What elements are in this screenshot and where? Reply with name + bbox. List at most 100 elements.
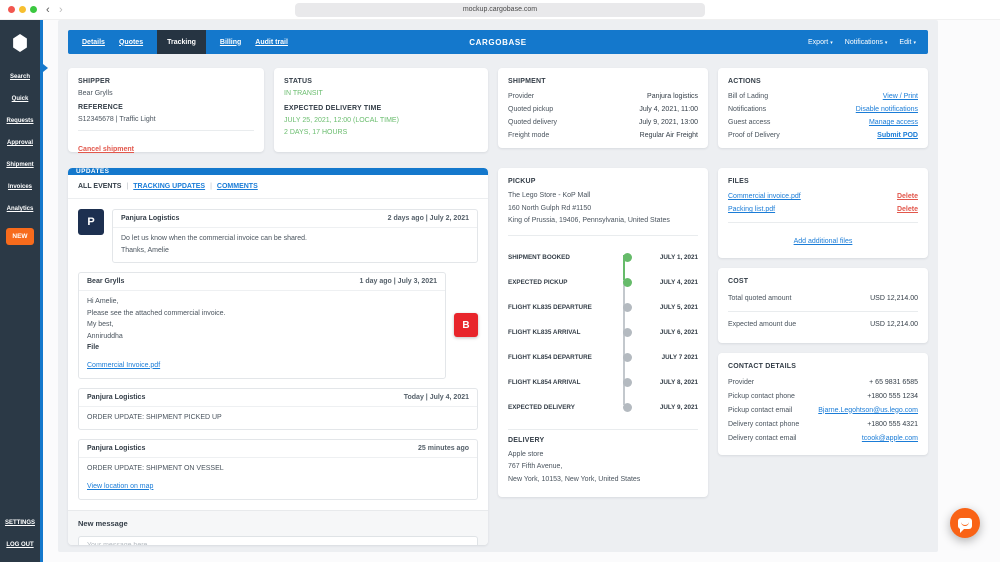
delete-file-link[interactable]: Delete (897, 206, 918, 213)
delete-file-link[interactable]: Delete (897, 193, 918, 200)
contact-label: Provider (728, 378, 755, 386)
tab-details[interactable]: Details (82, 39, 105, 46)
shipment-row-value: Regular Air Freight (639, 132, 698, 139)
back-icon[interactable]: ‹ (46, 1, 50, 19)
files-title: FILES (728, 178, 749, 185)
shipment-row: Provider Panjura logistics (508, 90, 698, 103)
updates-filter-tabs: ALL EVENTS | TRACKING UPDATES | COMMENTS (68, 175, 488, 199)
submit-pod-link[interactable]: Submit POD (877, 132, 918, 139)
view-location-link[interactable]: View location on map (87, 483, 153, 490)
filter-tracking-updates[interactable]: TRACKING UPDATES (133, 183, 205, 190)
shipment-timeline: SHIPMENT BOOKED JULY 1, 2021 EXPECTED PI… (508, 243, 698, 422)
disable-notifications-link[interactable]: Disable notifications (856, 106, 918, 113)
action-label: Proof of Delivery (728, 132, 780, 139)
message-line: ORDER UPDATE: SHIPMENT ON VESSEL (87, 465, 224, 473)
cost-row: Expected amount due USD 12,214.00 (728, 316, 918, 333)
contact-row: Delivery contact email tcook@apple.com (728, 431, 918, 445)
attachment-link[interactable]: Commercial Invoice.pdf (87, 362, 160, 369)
status-card: STATUS IN TRANSIT EXPECTED DELIVERY TIME… (274, 68, 488, 152)
file-link[interactable]: Packing list.pdf (728, 206, 775, 213)
message-input[interactable] (78, 536, 478, 545)
contact-row: Pickup contact phone +1800 555 1234 (728, 389, 918, 403)
sidebar-item-logout[interactable]: LOG OUT (6, 534, 33, 556)
action-label: Guest access (728, 119, 771, 126)
timeline-step: FLIGHT KL854 DEPARTURE JULY 7 2021 (508, 352, 698, 362)
message-line: My best, (87, 321, 114, 329)
timeline-step: SHIPMENT BOOKED JULY 1, 2021 (508, 252, 698, 262)
timeline-step: FLIGHT KL854 ARRIVAL JULY 8, 2021 (508, 377, 698, 387)
edit-menu[interactable]: Edit (899, 39, 916, 46)
filter-all-events[interactable]: ALL EVENTS (78, 183, 121, 190)
contact-row: Pickup contact email Bjarne.Legohtson@us… (728, 403, 918, 417)
timeline-dot (622, 402, 632, 412)
avatar: P (78, 209, 104, 235)
action-row: Bill of Lading View / Print (728, 90, 918, 103)
notifications-menu[interactable]: Notifications (845, 39, 888, 46)
browser-chrome: ‹ › mockup.cargobase.com (0, 0, 1000, 20)
new-shipment-button[interactable]: NEW (6, 228, 34, 245)
message-line: Do let us know when the commercial invoi… (121, 235, 307, 242)
cost-value: USD 12,214.00 (870, 321, 918, 328)
sidebar-item-quick[interactable]: Quick (12, 88, 29, 110)
timeline-step: FLIGHT KL835 DEPARTURE JULY 5, 2021 (508, 302, 698, 312)
shipment-row-label: Quoted delivery (508, 119, 558, 126)
forward-icon[interactable]: › (59, 1, 63, 19)
minimize-window-icon[interactable] (19, 6, 26, 13)
pickup-address-line: King of Prussia, 19406, Pennsylvania, Un… (508, 217, 670, 225)
tab-tracking[interactable]: Tracking (157, 30, 206, 54)
message-item: P Panjura Logistics 2 days ago | July 2,… (78, 209, 478, 264)
message-timestamp: 1 day ago | July 3, 2021 (359, 278, 437, 286)
contact-details-card: CONTACT DETAILS Provider + 65 9831 6585 … (718, 353, 928, 455)
contact-value: + 65 9831 6585 (869, 378, 918, 386)
cancel-shipment-link[interactable]: Cancel shipment (78, 146, 134, 153)
actions-title: ACTIONS (728, 78, 761, 85)
actions-card: ACTIONS Bill of Lading View / Print Noti… (718, 68, 928, 148)
timeline-step: EXPECTED DELIVERY JULY 9, 2021 (508, 402, 698, 412)
filter-comments[interactable]: COMMENTS (217, 183, 258, 190)
file-link[interactable]: Commercial invoice.pdf (728, 193, 801, 200)
shipment-row-value: Panjura logistics (647, 93, 698, 100)
time-remaining: 2 DAYS, 17 HOURS (284, 129, 348, 136)
tab-billing[interactable]: Billing (220, 39, 241, 46)
shipper-card: SHIPPER Bear Grylls REFERENCE S12345678 … (68, 68, 264, 153)
pickup-address-line: 160 North Gulph Rd #1150 (508, 204, 592, 212)
view-print-link[interactable]: View / Print (883, 93, 918, 100)
close-window-icon[interactable] (8, 6, 15, 13)
message-item: Panjura Logistics 25 minutes ago ORDER U… (78, 439, 478, 500)
sidebar-item-analytics[interactable]: Analytics (7, 198, 34, 220)
timeline-dot (622, 377, 632, 387)
sidebar-item-search[interactable]: Search (10, 66, 30, 88)
add-files-link[interactable]: Add additional files (794, 238, 853, 245)
sidebar-item-invoices[interactable]: Invoices (8, 176, 32, 198)
cost-label: Expected amount due (728, 321, 797, 328)
maximize-window-icon[interactable] (30, 6, 37, 13)
new-message-section: New message (68, 509, 488, 545)
delivery-email-link[interactable]: tcook@apple.com (862, 435, 918, 442)
shipment-row-label: Provider (508, 93, 535, 100)
contact-label: Delivery contact phone (728, 420, 800, 428)
content-wrapper: Details Quotes Tracking Billing Audit tr… (58, 20, 938, 552)
sidebar-item-requests[interactable]: Requests (6, 110, 33, 132)
chat-widget-button[interactable] (950, 508, 980, 538)
message-line: Hi Amelie, (87, 298, 119, 306)
file-row: Packing list.pdf Delete (728, 203, 918, 216)
shipment-row-label: Quoted pickup (508, 106, 554, 113)
pickup-email-link[interactable]: Bjarne.Legohtson@us.lego.com (818, 407, 918, 414)
delivery-title: DELIVERY (508, 436, 545, 444)
cost-title: COST (728, 278, 749, 285)
brand-title: CARGOBASE (469, 37, 527, 47)
message-author: Bear Grylls (87, 278, 125, 286)
cost-card: COST Total quoted amount USD 12,214.00 E… (718, 268, 928, 343)
export-menu[interactable]: Export (808, 39, 833, 46)
sidebar-item-settings[interactable]: SETTINGS (5, 512, 35, 534)
sidebar-item-approval[interactable]: Approval (7, 132, 33, 154)
timeline-dot (622, 352, 632, 362)
manage-access-link[interactable]: Manage access (869, 119, 918, 126)
tab-audit-trail[interactable]: Audit trail (255, 39, 288, 46)
message-author: Panjura Logistics (87, 445, 146, 453)
tab-quotes[interactable]: Quotes (119, 39, 143, 46)
pickup-title: PICKUP (508, 178, 536, 185)
message-timestamp: Today | July 4, 2021 (403, 393, 469, 401)
sidebar-item-shipment[interactable]: Shipment (6, 154, 33, 176)
address-bar[interactable]: mockup.cargobase.com (295, 3, 705, 17)
